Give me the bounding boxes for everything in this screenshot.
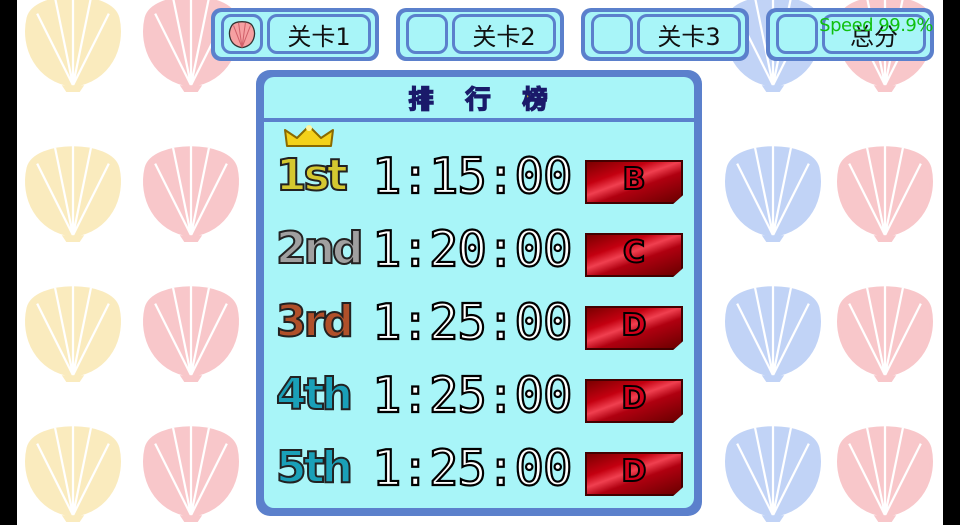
tab-stage-3[interactable]: 关卡3 <box>581 8 749 61</box>
leaderboard-row: 4th 1:25:00 D <box>264 366 694 431</box>
grade-badge: C <box>585 233 683 277</box>
time-value: 1:25:00 <box>371 366 574 425</box>
grade-badge: D <box>585 306 683 350</box>
title-char: 排 <box>408 84 436 115</box>
leaderboard-row: 2nd 1:20:00 C <box>264 220 694 285</box>
leaderboard-row: 5th 1:25:00 D <box>264 439 694 504</box>
shell-icon <box>221 14 263 54</box>
empty-icon-slot <box>406 14 448 54</box>
shell-decoration <box>135 270 247 382</box>
grade-letter: D <box>621 453 648 490</box>
time-value: 1:20:00 <box>371 220 574 279</box>
shell-decoration <box>17 130 129 242</box>
leaderboard-row: 1st 1:15:00 B <box>264 147 694 212</box>
shell-decoration <box>829 410 941 522</box>
tab-stage-1[interactable]: 关卡1 <box>211 8 379 61</box>
tab-stage-1-label: 关卡1 <box>267 14 371 54</box>
crown-icon <box>284 125 334 147</box>
shell-decoration <box>829 270 941 382</box>
rank-label: 5th <box>275 441 354 494</box>
shell-decoration <box>17 270 129 382</box>
leaderboard-body: 1st 1:15:00 B 2nd 1:20:00 C 3rd 1:25:00 <box>264 122 694 508</box>
empty-icon-slot <box>591 14 633 54</box>
shell-decoration <box>717 270 829 382</box>
shell-decoration <box>829 130 941 242</box>
tab-stage-2-label: 关卡2 <box>452 14 556 54</box>
grade-badge: D <box>585 452 683 496</box>
time-value: 1:25:00 <box>371 293 574 352</box>
grade-letter: C <box>622 234 646 271</box>
title-char: 榜 <box>522 84 550 115</box>
shell-decoration <box>717 130 829 242</box>
grade-badge: B <box>585 160 683 204</box>
leaderboard-panel: 排 行 榜 1st 1:15:00 B 2nd 1:20:00 C 3rd 1:… <box>256 70 702 516</box>
time-value: 1:15:00 <box>371 147 574 206</box>
shell-decoration <box>135 130 247 242</box>
shell-decoration <box>135 410 247 522</box>
tab-stage-2[interactable]: 关卡2 <box>396 8 564 61</box>
empty-icon-slot <box>776 14 818 54</box>
grade-badge: D <box>585 379 683 423</box>
leaderboard-row: 3rd 1:25:00 D <box>264 293 694 358</box>
rank-label: 4th <box>275 368 354 421</box>
grade-letter: B <box>622 161 647 198</box>
rank-label: 1st <box>275 149 349 202</box>
rank-label: 3rd <box>275 295 355 348</box>
tab-stage-3-label: 关卡3 <box>637 14 741 54</box>
speed-indicator: Speed 99.9% <box>819 15 933 36</box>
leaderboard-title: 排 行 榜 <box>264 77 694 118</box>
shell-decoration <box>17 410 129 522</box>
title-char: 行 <box>465 84 493 115</box>
grade-letter: D <box>621 307 648 344</box>
game-background: 关卡1 关卡2 关卡3 总分 排 行 榜 1st 1:15:00 B 2nd 1… <box>17 0 943 525</box>
shell-decoration <box>717 410 829 522</box>
time-value: 1:25:00 <box>371 439 574 498</box>
grade-letter: D <box>621 380 648 417</box>
rank-label: 2nd <box>275 222 364 275</box>
shell-decoration <box>17 0 129 92</box>
